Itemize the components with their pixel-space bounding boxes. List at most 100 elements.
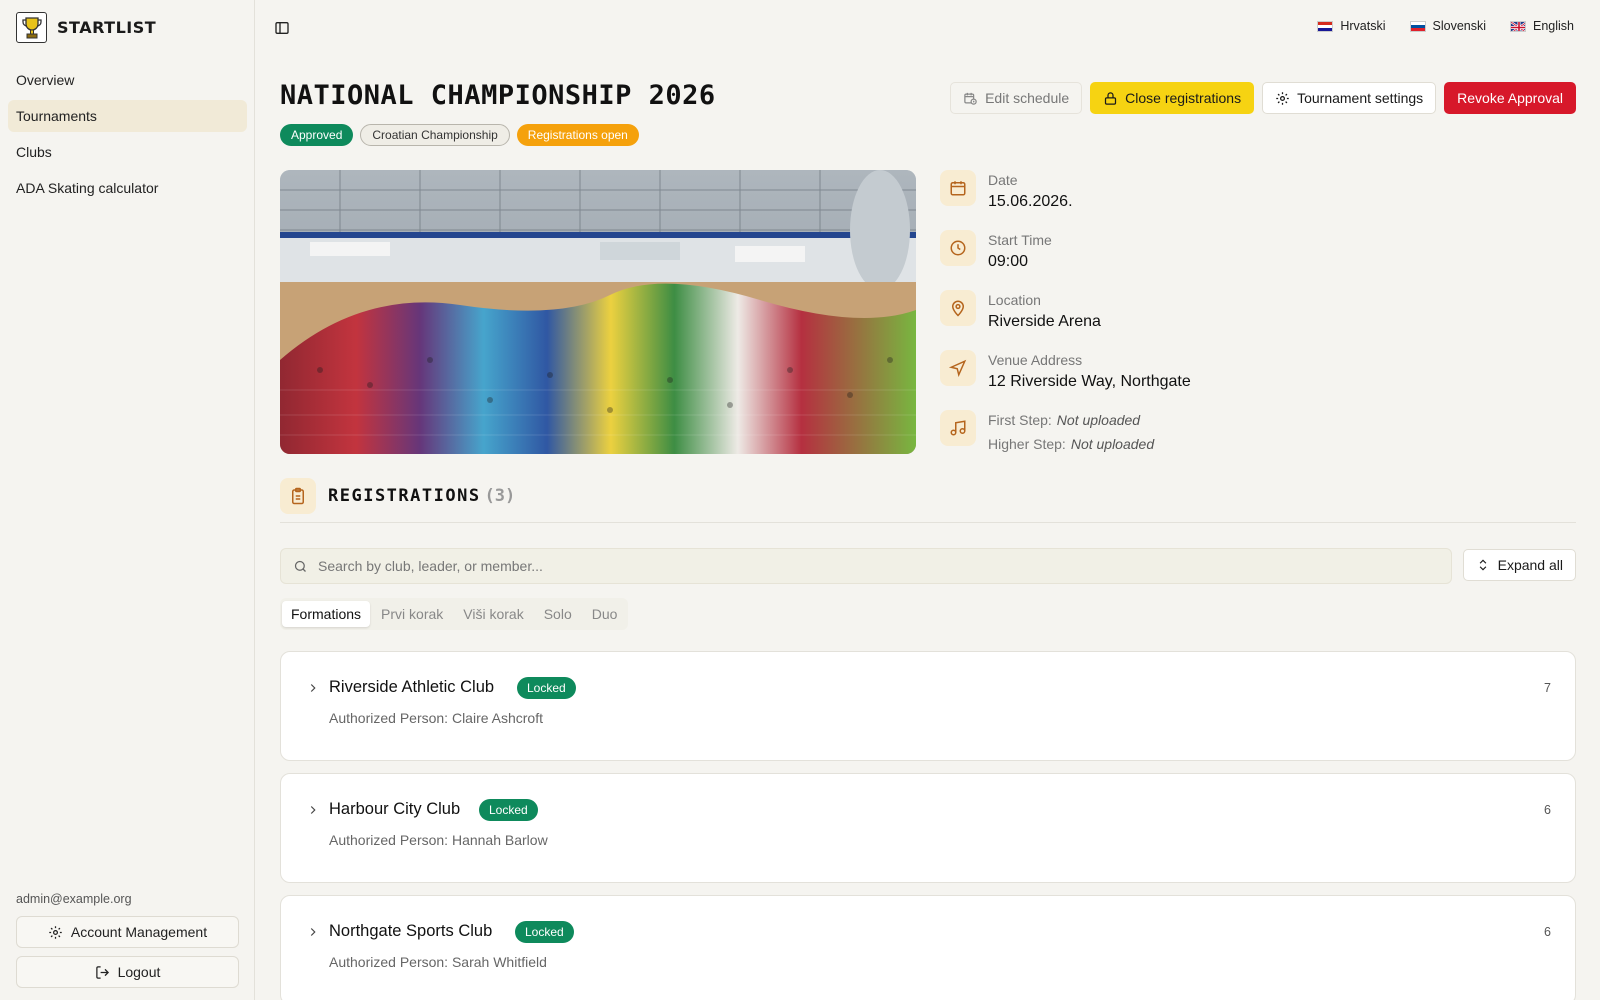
trophy-icon: [16, 12, 47, 43]
info-label: Date: [988, 172, 1018, 188]
info-music: First Step: Not uploaded Higher Step: Not …: [940, 410, 1154, 452]
brand[interactable]: STARTLIST: [16, 12, 156, 43]
tab-solo[interactable]: Solo: [535, 601, 581, 627]
category-tabs: Formations Prvi korak Viši korak Solo Du…: [280, 598, 629, 630]
sidebar-item-tournaments[interactable]: Tournaments: [8, 100, 247, 132]
tournament-settings-button[interactable]: Tournament settings: [1262, 82, 1437, 114]
language-label: Hrvatski: [1340, 19, 1386, 33]
authorized-person: Authorized Person: Hannah Barlow: [329, 832, 548, 848]
revoke-approval-label: Revoke Approval: [1457, 90, 1563, 106]
status-badge: Approved: [280, 124, 354, 146]
logout-label: Logout: [117, 964, 161, 980]
info-label: Start Time: [988, 232, 1052, 248]
calendar-clock-icon: [964, 92, 977, 105]
sidebar-item-ada-calculator[interactable]: ADA Skating calculator: [8, 172, 247, 204]
uk-flag-icon: [1510, 20, 1526, 32]
authorized-person: Authorized Person: Sarah Whitfield: [329, 954, 547, 970]
sidebar-item-overview[interactable]: Overview: [8, 64, 247, 96]
tab-visi-korak[interactable]: Viši korak: [454, 601, 532, 627]
edit-schedule-label: Edit schedule: [985, 90, 1070, 106]
tournament-actions: Edit schedule Close registrations Tourna…: [950, 82, 1576, 114]
tab-formations[interactable]: Formations: [282, 601, 371, 627]
club-name: Harbour City Club: [329, 800, 461, 818]
close-registrations-label: Close registrations: [1125, 90, 1242, 106]
music-icon: [940, 410, 976, 446]
navigation-icon: [940, 350, 976, 386]
registrations-count: (3): [484, 486, 516, 506]
info-label: Venue Address: [988, 352, 1083, 368]
chevron-right-icon[interactable]: [305, 680, 321, 696]
language-slovenski[interactable]: Slovenski: [1409, 19, 1487, 33]
type-badge: Croatian Championship: [360, 124, 510, 146]
chevron-right-icon[interactable]: [305, 802, 321, 818]
brand-name: STARTLIST: [57, 18, 157, 37]
expand-all-label: Expand all: [1497, 557, 1563, 573]
section-divider: [280, 522, 1576, 523]
authorized-person: Authorized Person: Claire Ashcroft: [329, 710, 543, 726]
club-card[interactable]: Northgate Sports Club Locked Authorized …: [280, 895, 1576, 1000]
info-value: 15.06.2026.: [988, 193, 1073, 210]
info-value: Riverside Arena: [988, 313, 1101, 330]
sidebar-nav: Overview Tournaments Clubs ADA Skating c…: [8, 64, 247, 208]
registrations-title: REGISTRATIONS: [328, 486, 481, 506]
search-bar: [280, 548, 1452, 584]
sidebar-toggle-icon[interactable]: [272, 18, 292, 38]
info-date: Date 15.06.2026.: [940, 170, 1073, 210]
clock-icon: [940, 230, 976, 266]
registration-badge: Registrations open: [516, 124, 639, 146]
language-label: English: [1533, 19, 1574, 33]
chevron-right-icon[interactable]: [305, 924, 321, 940]
language-switcher: Hrvatski Slovenski English: [1317, 19, 1574, 33]
registrations-header: REGISTRATIONS (3): [280, 478, 515, 514]
member-count: 6: [1544, 925, 1551, 939]
info-start-time: Start Time 09:00: [940, 230, 1052, 270]
locked-badge: Locked: [479, 799, 538, 821]
sidebar-item-clubs[interactable]: Clubs: [8, 136, 247, 168]
language-english[interactable]: English: [1510, 19, 1574, 33]
member-count: 6: [1544, 803, 1551, 817]
expand-all-button[interactable]: Expand all: [1462, 549, 1576, 581]
info-label: Location: [988, 292, 1041, 308]
first-step-audio: First Step: Not uploaded: [988, 412, 1154, 428]
slovenia-flag-icon: [1409, 20, 1426, 32]
account-management-button[interactable]: Account Management: [16, 916, 239, 948]
locked-badge: Locked: [517, 677, 576, 699]
revoke-approval-button[interactable]: Revoke Approval: [1444, 82, 1576, 114]
info-value: 12 Riverside Way, Northgate: [988, 373, 1191, 390]
club-name: Riverside Athletic Club: [329, 678, 495, 696]
tab-duo[interactable]: Duo: [583, 601, 627, 627]
info-value: 09:00: [988, 253, 1029, 270]
club-name: Northgate Sports Club: [329, 922, 493, 940]
account-management-label: Account Management: [70, 924, 208, 940]
club-card[interactable]: Riverside Athletic Club Locked Authorize…: [280, 651, 1576, 761]
logout-button[interactable]: Logout: [16, 956, 239, 988]
tab-prvi-korak[interactable]: Prvi korak: [372, 601, 452, 627]
language-hrvatski[interactable]: Hrvatski: [1317, 19, 1386, 33]
map-pin-icon: [940, 290, 976, 326]
logout-icon: [95, 965, 109, 979]
higher-step-status: Not uploaded: [1070, 436, 1155, 452]
info-venue-address: Venue Address 12 Riverside Way, Northgat…: [940, 350, 1191, 390]
page-title: NATIONAL CHAMPIONSHIP 2026: [280, 80, 716, 111]
tournament-settings-label: Tournament settings: [1297, 90, 1424, 106]
member-count: 7: [1544, 681, 1551, 695]
locked-badge: Locked: [515, 921, 574, 943]
language-label: Slovenski: [1432, 19, 1487, 33]
croatia-flag-icon: [1317, 20, 1334, 32]
chevrons-up-down-icon: [1479, 559, 1486, 571]
sidebar: STARTLIST Overview Tournaments Clubs ADA…: [0, 0, 255, 1000]
search-input[interactable]: [318, 558, 1418, 574]
club-card[interactable]: Harbour City Club Locked Authorized Pers…: [280, 773, 1576, 883]
account-email: admin@example.org: [16, 892, 132, 906]
info-label: First Step:: [988, 412, 1052, 428]
close-registrations-button[interactable]: Close registrations: [1090, 82, 1255, 114]
first-step-status: Not uploaded: [1056, 412, 1141, 428]
gear-icon: [49, 925, 62, 939]
gear-icon: [1276, 91, 1289, 105]
calendar-icon: [940, 170, 976, 206]
edit-schedule-button[interactable]: Edit schedule: [950, 82, 1083, 114]
lock-icon: [1105, 91, 1117, 105]
higher-step-audio: Higher Step: Not uploaded: [988, 436, 1154, 452]
tournament-photo: [280, 170, 916, 454]
search-icon: [294, 560, 306, 572]
